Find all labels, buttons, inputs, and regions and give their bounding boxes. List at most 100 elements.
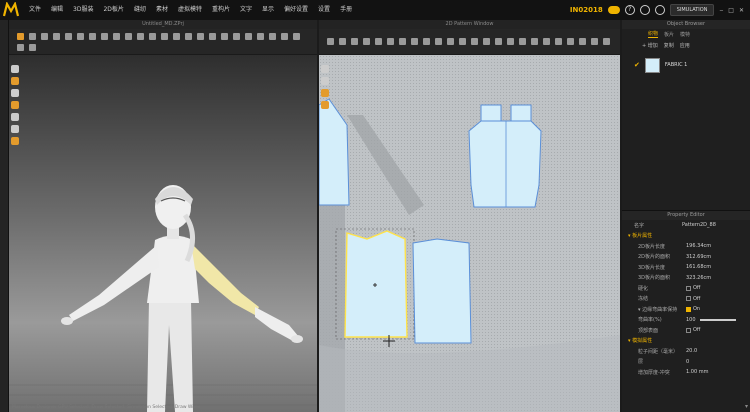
property-value[interactable]: 100 bbox=[686, 317, 696, 323]
property-value[interactable]: 312.69cm bbox=[686, 254, 711, 260]
flatten-tool-icon[interactable] bbox=[269, 32, 276, 40]
user-icon[interactable] bbox=[639, 5, 650, 15]
close-icon[interactable]: ✕ bbox=[739, 7, 744, 14]
annotation-icon[interactable] bbox=[555, 38, 562, 45]
apply-fabric-button[interactable]: 应用 bbox=[680, 42, 690, 49]
select-pattern-tool-icon[interactable] bbox=[77, 32, 84, 40]
property-value[interactable]: 0 bbox=[686, 359, 689, 365]
shirring-tool-icon[interactable] bbox=[209, 32, 216, 40]
sewing-tool-icon[interactable] bbox=[89, 32, 96, 40]
menu-display[interactable]: 显示 bbox=[257, 0, 279, 20]
pattern-display-icon[interactable] bbox=[11, 89, 19, 97]
edit-texture-icon[interactable] bbox=[495, 38, 502, 45]
pen-tool-icon[interactable] bbox=[125, 32, 132, 40]
fit-icon[interactable] bbox=[603, 38, 610, 45]
stress-display-icon[interactable] bbox=[11, 125, 19, 133]
maximize-icon[interactable]: □ bbox=[728, 7, 734, 14]
fabric-display-icon[interactable] bbox=[11, 101, 19, 109]
menu-2d-pattern[interactable]: 2D板片 bbox=[98, 0, 128, 20]
cloud-icon[interactable] bbox=[607, 6, 620, 14]
menu-manual[interactable]: 手册 bbox=[335, 0, 357, 20]
sewing-display-2d-icon[interactable] bbox=[321, 77, 329, 85]
help-icon[interactable]: ? bbox=[624, 5, 635, 15]
menu-file[interactable]: 文件 bbox=[24, 0, 46, 20]
grading-icon[interactable] bbox=[579, 38, 586, 45]
property-section[interactable]: ▾ 板片属性 bbox=[622, 231, 750, 242]
menu-text[interactable]: 文字 bbox=[235, 0, 257, 20]
property-slider[interactable] bbox=[699, 318, 736, 321]
fold-arrange-icon[interactable] bbox=[483, 38, 490, 45]
property-checkbox[interactable] bbox=[686, 327, 691, 333]
internal-polygon-icon[interactable] bbox=[411, 38, 418, 45]
property-value[interactable]: Off bbox=[693, 327, 700, 333]
zipper-tool-icon[interactable] bbox=[161, 32, 168, 40]
ar-tool-icon[interactable] bbox=[17, 43, 24, 51]
pin-2d-icon[interactable] bbox=[567, 38, 574, 45]
grid-display-2d-icon[interactable] bbox=[321, 101, 329, 109]
circle-icon[interactable] bbox=[399, 38, 406, 45]
pose-tool-icon[interactable] bbox=[245, 32, 252, 40]
fold-tool-icon[interactable] bbox=[53, 32, 60, 40]
menu-retopology[interactable]: 重构片 bbox=[207, 0, 235, 20]
copy-fabric-button[interactable]: 复制 bbox=[664, 42, 674, 49]
avatar-measure-icon[interactable] bbox=[233, 32, 240, 40]
topstitch-tool-icon[interactable] bbox=[185, 32, 192, 40]
property-value[interactable]: 323.26cm bbox=[686, 275, 711, 281]
button-tool-icon[interactable] bbox=[149, 32, 156, 40]
menu-avatar[interactable]: 虚拟模特 bbox=[173, 0, 207, 20]
transform-pattern-icon[interactable] bbox=[327, 38, 334, 45]
tape-tool-icon[interactable] bbox=[221, 32, 228, 40]
menu-sewing[interactable]: 缝纫 bbox=[129, 0, 151, 20]
menu-materials[interactable]: 素材 bbox=[151, 0, 173, 20]
texture-display-2d-icon[interactable] bbox=[321, 89, 329, 97]
property-value[interactable]: Off bbox=[693, 296, 700, 302]
avatar-display-icon[interactable] bbox=[11, 65, 19, 73]
fabric-list-item[interactable]: ✔ FABRIC 1 bbox=[622, 55, 750, 75]
rectangle-icon[interactable] bbox=[387, 38, 394, 45]
edit-pattern-icon[interactable] bbox=[339, 38, 346, 45]
property-checkbox[interactable] bbox=[686, 285, 691, 291]
property-value[interactable]: 1.00 mm bbox=[686, 369, 708, 375]
pattern-canvas[interactable] bbox=[319, 55, 620, 412]
pattern-display-2d-icon[interactable] bbox=[321, 65, 329, 73]
menu-3d-garment[interactable]: 3D服装 bbox=[68, 0, 98, 20]
property-checkbox[interactable] bbox=[686, 306, 691, 312]
property-value[interactable]: Off bbox=[693, 285, 700, 291]
graphic-2d-icon[interactable] bbox=[507, 38, 514, 45]
property-value[interactable]: 196.34cm bbox=[686, 243, 711, 249]
edit-curvature-icon[interactable] bbox=[351, 38, 358, 45]
tab-fabric[interactable]: 织物 bbox=[648, 30, 659, 38]
tab-avatars[interactable]: 模特 bbox=[680, 31, 690, 38]
viewport-3d[interactable]: Marvelous Designer GPU Selected, Draw Se… bbox=[9, 55, 317, 412]
topstitch-2d-icon[interactable] bbox=[543, 38, 550, 45]
edit-sewing-icon[interactable] bbox=[471, 38, 478, 45]
menu-settings[interactable]: 设置 bbox=[313, 0, 335, 20]
property-value[interactable]: 20.0 bbox=[686, 348, 697, 354]
tack-tool-icon[interactable] bbox=[101, 32, 108, 40]
trace-icon[interactable] bbox=[435, 38, 442, 45]
scroll-down-icon[interactable]: ▾ bbox=[745, 403, 748, 410]
minimize-icon[interactable]: ‒ bbox=[719, 7, 723, 14]
buttonhole-2d-icon[interactable] bbox=[531, 38, 538, 45]
property-section[interactable]: ▾ 模拟属性 bbox=[622, 336, 750, 347]
sewing-display-icon[interactable] bbox=[11, 113, 19, 121]
property-value[interactable]: 161.68cm bbox=[686, 264, 711, 270]
graphic-tool-icon[interactable] bbox=[173, 32, 180, 40]
simulate-tool-icon[interactable] bbox=[17, 32, 24, 40]
move-tool-icon[interactable] bbox=[41, 32, 48, 40]
property-value[interactable]: Pattern2D_88 bbox=[682, 222, 716, 228]
zipper-2d-icon[interactable] bbox=[591, 38, 598, 45]
measure-tool-icon[interactable] bbox=[113, 32, 120, 40]
menu-preferences[interactable]: 偏好设置 bbox=[279, 0, 313, 20]
puckering-tool-icon[interactable] bbox=[197, 32, 204, 40]
trim-tool-icon[interactable] bbox=[281, 32, 288, 40]
extra-tool-icon[interactable] bbox=[29, 43, 36, 51]
button-2d-icon[interactable] bbox=[519, 38, 526, 45]
texture-tool-icon[interactable] bbox=[137, 32, 144, 40]
pin-tool-icon[interactable] bbox=[65, 32, 72, 40]
polygon-icon[interactable] bbox=[375, 38, 382, 45]
garment-display-icon[interactable] bbox=[11, 77, 19, 85]
property-checkbox[interactable] bbox=[686, 296, 691, 302]
property-value[interactable]: On bbox=[693, 306, 700, 312]
dart-icon[interactable] bbox=[423, 38, 430, 45]
